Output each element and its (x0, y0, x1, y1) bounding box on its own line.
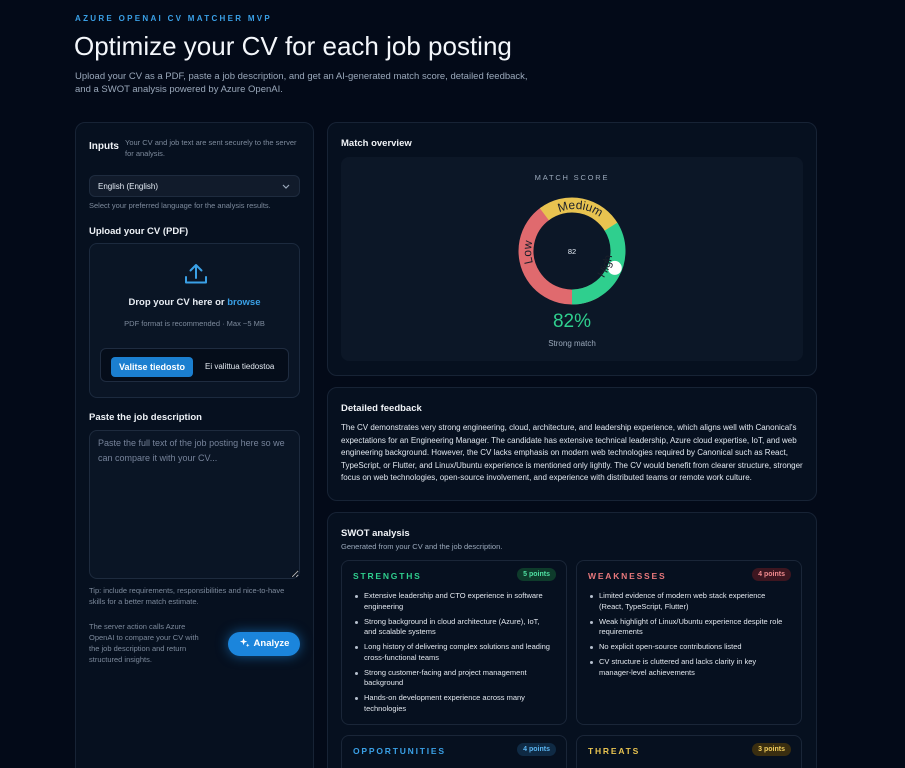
job-description-input[interactable] (89, 430, 300, 579)
browse-link[interactable]: browse (227, 297, 260, 308)
gauge-medium-label: Medium (556, 198, 606, 220)
score-gauge: Low Medium High 82 (518, 197, 626, 305)
weaknesses-item: Limited evidence of modern web stack exp… (590, 591, 786, 612)
inputs-title: Inputs (89, 141, 119, 152)
analyze-button[interactable]: Analyze (228, 632, 300, 656)
strengths-item: Strong customer-facing and project manag… (355, 668, 551, 689)
swot-threats-card: THREATS 3 points (576, 735, 802, 768)
upload-icon (185, 264, 207, 284)
swot-panel: SWOT analysis Generated from your CV and… (327, 512, 817, 768)
score-card: MATCH SCORE Low Medium High 82 82% Stron… (341, 157, 803, 361)
feedback-panel: Detailed feedback The CV demonstrates ve… (327, 387, 817, 501)
strengths-item: Strong background in cloud architecture … (355, 617, 551, 638)
job-tip: Tip: include requirements, responsibilit… (89, 586, 285, 606)
cv-dropzone[interactable]: Drop your CV here or browse PDF format i… (89, 243, 300, 398)
chevron-down-icon (282, 184, 290, 189)
action-note: The server action calls Azure OpenAI to … (89, 622, 199, 664)
inputs-panel: Inputs Your CV and job text are sent sec… (75, 122, 314, 768)
drop-text: Drop your CV here or browse (128, 297, 261, 308)
svg-text:Medium: Medium (556, 198, 606, 220)
score-percent: 82% (552, 311, 592, 332)
file-status: Ei valittua tiedostoa (205, 362, 275, 371)
strengths-item: Extensive leadership and CTO experience … (355, 591, 551, 612)
weaknesses-item: CV structure is cluttered and lacks clar… (590, 657, 786, 678)
match-overview-panel: Match overview MATCH SCORE Low Medium Hi… (327, 122, 817, 376)
gauge-low-label: Low (520, 239, 536, 265)
strengths-item: Hands-on development experience across m… (355, 693, 551, 714)
threats-badge: 3 points (752, 743, 791, 756)
choose-file-button[interactable]: Valitse tiedosto (111, 357, 193, 377)
threats-title: THREATS (588, 746, 641, 756)
gauge-low-arc (518, 207, 599, 305)
job-label: Paste the job description (89, 412, 202, 423)
weaknesses-list: Limited evidence of modern web stack exp… (590, 591, 786, 683)
strengths-item: Long history of delivering complex solut… (355, 642, 551, 663)
language-select[interactable]: English (English) (89, 175, 300, 197)
swot-weaknesses-card: WEAKNESSES 4 points Limited evidence of … (576, 560, 802, 725)
sparkle-icon (239, 637, 250, 648)
swot-subtitle: Generated from your CV and the job descr… (341, 542, 503, 551)
score-verdict: Strong match (548, 339, 596, 348)
strengths-badge: 5 points (517, 568, 556, 581)
inputs-note: Your CV and job text are sent securely t… (125, 138, 297, 158)
upload-label: Upload your CV (PDF) (89, 226, 189, 237)
eyebrow: AZURE OPENAI CV MATCHER MVP (75, 14, 273, 23)
language-help: Select your preferred language for the a… (89, 201, 271, 210)
swot-opportunities-card: OPPORTUNITIES 4 points (341, 735, 567, 768)
language-selected-value: English (English) (98, 182, 159, 191)
weaknesses-item: No explicit open-source contributions li… (590, 642, 786, 653)
svg-text:Low: Low (520, 239, 536, 265)
page-title: Optimize your CV for each job posting (74, 31, 512, 61)
analyze-label: Analyze (253, 638, 290, 649)
opportunities-title: OPPORTUNITIES (353, 746, 446, 756)
file-input: Valitse tiedosto Ei valittua tiedostoa (100, 348, 289, 382)
drop-hint: PDF format is recommended · Max ~5 MB (124, 319, 265, 328)
overview-title: Match overview (341, 138, 412, 149)
score-label: MATCH SCORE (534, 173, 610, 182)
swot-strengths-card: STRENGTHS 5 points Extensive leadership … (341, 560, 567, 725)
opportunities-badge: 4 points (517, 743, 556, 756)
swot-title: SWOT analysis (341, 528, 410, 539)
feedback-title: Detailed feedback (341, 403, 422, 414)
strengths-title: STRENGTHS (353, 571, 422, 581)
weaknesses-item: Weak highlight of Linux/Ubuntu experienc… (590, 617, 786, 638)
weaknesses-title: WEAKNESSES (588, 571, 667, 581)
feedback-text: The CV demonstrates very strong engineer… (341, 423, 803, 482)
page-subtitle: Upload your CV as a PDF, paste a job des… (75, 71, 528, 95)
gauge-center-value: 82 (568, 247, 576, 256)
weaknesses-badge: 4 points (752, 568, 791, 581)
strengths-list: Extensive leadership and CTO experience … (355, 591, 551, 719)
